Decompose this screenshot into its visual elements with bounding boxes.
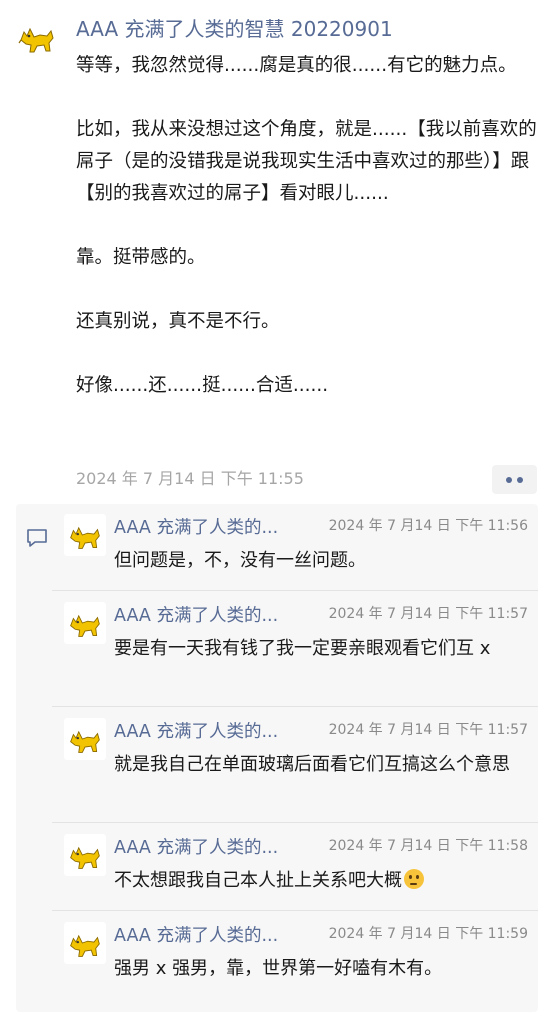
dot bbox=[517, 476, 523, 483]
yellow-cat-icon[interactable] bbox=[64, 718, 106, 760]
comment-text: 就是我自己在单面玻璃后面看它们互搞这么个意思 bbox=[114, 754, 510, 775]
comment-time: 2024 年 7 月14 日 下午 11:57 bbox=[328, 606, 528, 622]
comment-time: 2024 年 7 月14 日 下午 11:59 bbox=[328, 926, 528, 942]
dot bbox=[506, 476, 512, 483]
comment-text: 要是有一天我有钱了我一定要亲眼观看它们互 x bbox=[114, 638, 491, 659]
yellow-cat-icon[interactable] bbox=[64, 922, 106, 964]
yellow-cat-icon[interactable] bbox=[64, 602, 106, 644]
comment-author[interactable]: AAA 充满了人类的... bbox=[114, 604, 278, 628]
comment-author[interactable]: AAA 充满了人类的... bbox=[114, 836, 278, 860]
post-timestamp: 2024 年 7 月14 日 下午 11:55 bbox=[76, 469, 304, 488]
divider bbox=[52, 590, 538, 591]
comment-bubble-icon bbox=[26, 528, 48, 548]
comment-time: 2024 年 7 月14 日 下午 11:57 bbox=[328, 722, 528, 738]
more-dots-icon[interactable] bbox=[492, 465, 537, 494]
comments-panel: AAA 充满了人类的... 2024 年 7 月14 日 下午 11:56 但问… bbox=[16, 504, 538, 1012]
thinking-face-icon bbox=[404, 869, 424, 889]
comment-time: 2024 年 7 月14 日 下午 11:58 bbox=[328, 838, 528, 854]
divider bbox=[52, 706, 538, 707]
post-content: 等等，我忽然觉得......腐是真的很......有它的魅力点。 比如，我从来没… bbox=[76, 55, 537, 396]
yellow-cat-icon[interactable] bbox=[64, 834, 106, 876]
divider bbox=[52, 822, 538, 823]
yellow-cat-icon[interactable] bbox=[64, 514, 106, 556]
comment-text-wrap: 不太想跟我自己本人扯上关系吧大概 bbox=[114, 866, 522, 895]
comment-author[interactable]: AAA 充满了人类的... bbox=[114, 516, 278, 540]
yellow-cat-icon[interactable] bbox=[18, 18, 56, 56]
comment-text: 强男 x 强男，靠，世界第一好嗑有木有。 bbox=[114, 958, 443, 979]
comment-text: 不太想跟我自己本人扯上关系吧大概 bbox=[114, 870, 402, 891]
post-author-name[interactable]: AAA 充满了人类的智慧 20220901 bbox=[76, 14, 393, 44]
comment-time: 2024 年 7 月14 日 下午 11:56 bbox=[328, 518, 528, 534]
divider bbox=[52, 910, 538, 911]
comment-author[interactable]: AAA 充满了人类的... bbox=[114, 720, 278, 744]
comment-author[interactable]: AAA 充满了人类的... bbox=[114, 924, 278, 948]
comment-text: 但问题是，不，没有一丝问题。 bbox=[114, 550, 366, 571]
